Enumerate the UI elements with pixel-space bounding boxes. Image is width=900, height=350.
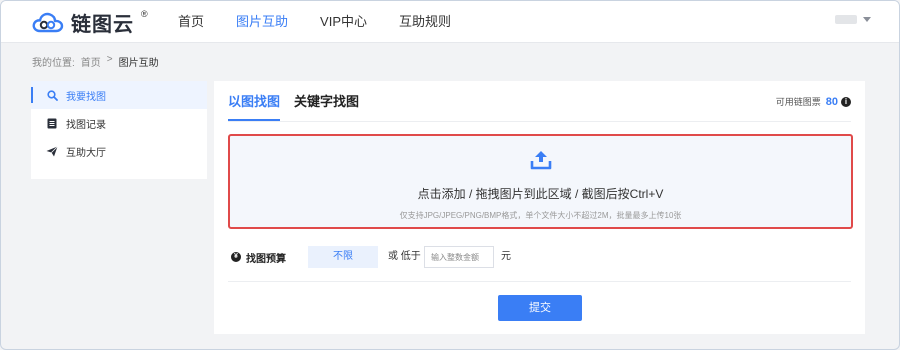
breadcrumb-separator: >: [106, 54, 113, 65]
sidebar-item-find-image[interactable]: 我要找图: [31, 81, 207, 109]
tab-divider: [228, 121, 851, 122]
user-menu[interactable]: [835, 15, 871, 24]
main-panel: 以图找图 关键字找图 可用链图票 80 i 点击添加 / 拖拽图片到此区域 / …: [214, 81, 865, 334]
main-nav: 首页 图片互助 VIP中心 互助规则: [178, 1, 483, 43]
sidebar-item-label: 互助大厅: [66, 147, 106, 159]
form-divider: [228, 281, 851, 282]
breadcrumb-prefix: 我的位置:: [32, 58, 75, 69]
tab-keyword-search[interactable]: 关键字找图: [294, 91, 359, 121]
amount-input[interactable]: [424, 246, 494, 268]
nav-help-rules[interactable]: 互助规则: [399, 1, 451, 43]
registered-mark: ®: [141, 9, 148, 19]
sidebar-item-label: 找图记录: [66, 119, 106, 131]
top-header: 链图云 ® 首页 图片互助 VIP中心 互助规则: [1, 1, 899, 43]
yen-icon: ¥: [231, 252, 241, 262]
unlimited-budget-button[interactable]: 不限: [308, 246, 378, 268]
currency-unit: 元: [501, 251, 511, 262]
username-placeholder: [835, 15, 857, 24]
upload-hint: 仅支持JPG/JPEG/PNG/BMP格式，单个文件大小不超过2M，批量最多上传…: [399, 211, 682, 220]
cloud-logo-icon: [32, 12, 64, 33]
breadcrumb-current: 图片互助: [118, 58, 159, 69]
document-icon: [46, 117, 58, 129]
sidebar: 我要找图 找图记录 互助大厅: [31, 81, 207, 179]
sidebar-item-help-hall[interactable]: 互助大厅: [31, 137, 207, 165]
or-below-text: 或 低于: [388, 251, 421, 262]
breadcrumb-home[interactable]: 首页: [81, 54, 101, 69]
submit-button[interactable]: 提交: [498, 295, 582, 321]
breadcrumb: 我的位置: 首页 > 图片互助: [32, 54, 165, 69]
quota-value: 80: [825, 95, 838, 108]
sidebar-item-label: 我要找图: [66, 91, 106, 103]
search-icon: [46, 89, 58, 101]
ticket-quota: 可用链图票 80 i: [776, 95, 851, 108]
sidebar-item-search-history[interactable]: 找图记录: [31, 109, 207, 137]
chevron-down-icon: [863, 17, 871, 22]
quota-label: 可用链图票: [775, 97, 821, 107]
budget-label: 找图预算: [246, 253, 286, 265]
budget-row: ¥ 找图预算 不限 或 低于 元: [231, 246, 511, 268]
upload-instruction: 点击添加 / 拖拽图片到此区域 / 截图后按Ctrl+V: [417, 187, 664, 201]
upload-dropzone[interactable]: 点击添加 / 拖拽图片到此区域 / 截图后按Ctrl+V 仅支持JPG/JPEG…: [228, 134, 853, 229]
info-icon[interactable]: i: [841, 96, 851, 107]
nav-image-help[interactable]: 图片互助: [236, 1, 288, 43]
paper-plane-icon: [46, 145, 58, 157]
app-window: 链图云 ® 首页 图片互助 VIP中心 互助规则 我的位置: 首页 > 图片互助: [0, 0, 900, 350]
upload-icon: [530, 150, 552, 175]
logo[interactable]: 链图云 ®: [31, 7, 148, 37]
tab-image-search[interactable]: 以图找图: [228, 91, 281, 121]
logo-text: 链图云: [71, 13, 134, 36]
nav-home[interactable]: 首页: [178, 1, 204, 43]
search-tabs: 以图找图 关键字找图: [228, 91, 373, 121]
nav-vip-center[interactable]: VIP中心: [320, 1, 367, 43]
